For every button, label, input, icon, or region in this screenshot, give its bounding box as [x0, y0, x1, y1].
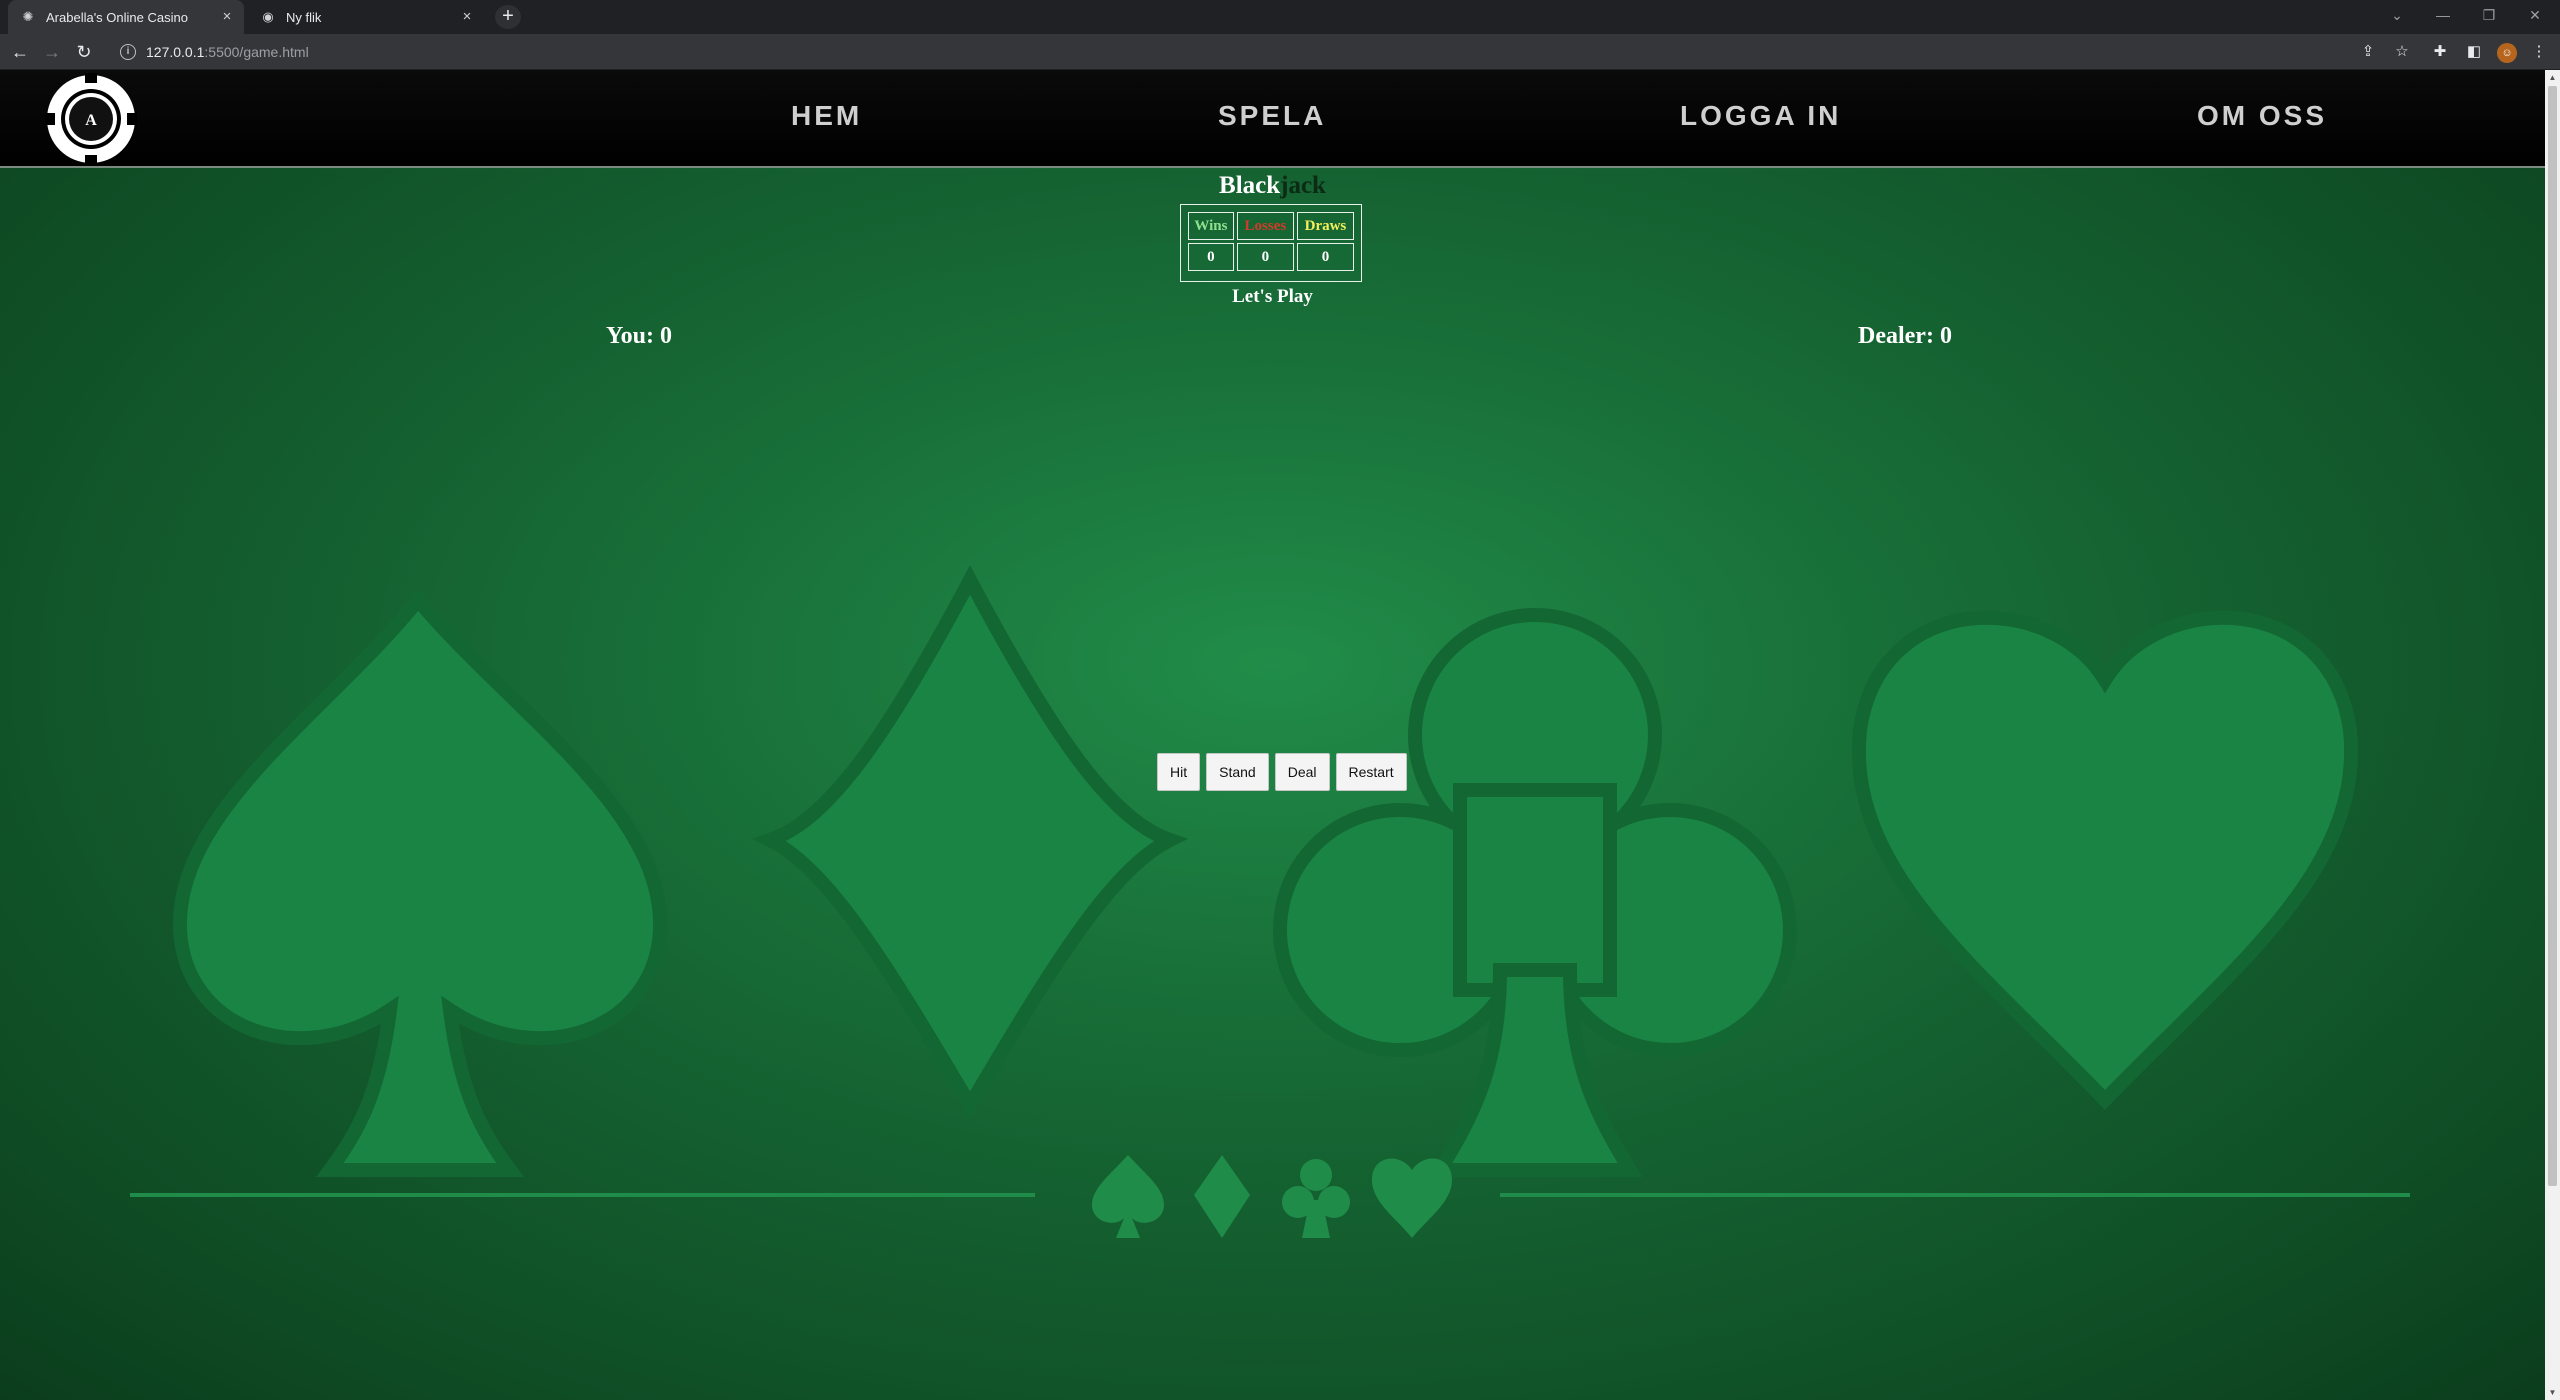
share-icon[interactable]: ⇪ — [2356, 40, 2380, 64]
back-icon[interactable]: ← — [8, 40, 32, 64]
losses-header: Losses — [1236, 212, 1294, 240]
url-field[interactable]: i 127.0.0.1 :5500/game.html — [108, 38, 2308, 66]
title-jack: jack — [1280, 172, 1326, 199]
side-panel-icon[interactable]: ◧ — [2462, 40, 2486, 64]
reload-icon[interactable]: ↻ — [72, 40, 96, 64]
tab-title: Ny flik — [286, 9, 322, 25]
svg-text:A: A — [85, 112, 97, 129]
title-black: Black — [1219, 172, 1281, 199]
close-tab-icon[interactable]: × — [218, 8, 236, 26]
stand-button[interactable]: Stand — [1206, 753, 1269, 791]
hit-button[interactable]: Hit — [1157, 753, 1201, 791]
game-title: Blackjack — [0, 172, 2545, 200]
close-window-icon[interactable]: ✕ — [2512, 0, 2558, 30]
close-tab-icon[interactable]: × — [458, 8, 476, 26]
tab-new[interactable]: ◉ Ny flik × — [248, 0, 484, 34]
forward-icon[interactable]: → — [40, 40, 64, 64]
browser-tab-bar: ✺ Arabella's Online Casino × ◉ Ny flik ×… — [0, 0, 2560, 34]
nav-login[interactable]: LOGGA IN — [1680, 100, 1841, 132]
restart-button[interactable]: Restart — [1335, 753, 1407, 791]
wins-header: Wins — [1188, 212, 1234, 240]
casino-favicon-icon: ✺ — [22, 9, 34, 24]
nav-play[interactable]: SPELA — [1218, 100, 1326, 132]
restore-icon[interactable]: ❐ — [2466, 0, 2512, 30]
game-status: Let's Play — [1232, 286, 1313, 307]
minimize-icon[interactable]: — — [2420, 0, 2466, 30]
bookmark-star-icon[interactable]: ☆ — [2390, 40, 2414, 64]
profile-avatar[interactable]: ☺ — [2497, 43, 2517, 63]
deal-button[interactable]: Deal — [1274, 753, 1330, 791]
url-host: 127.0.0.1 — [146, 44, 205, 60]
extensions-icon[interactable]: ✚ — [2428, 40, 2452, 64]
nav-home[interactable]: HEM — [791, 100, 862, 132]
game-controls: Hit Stand Deal Restart — [1157, 753, 1407, 791]
casino-logo[interactable]: A — [45, 73, 137, 165]
scrollbar-thumb[interactable] — [2548, 86, 2557, 1186]
nav-about[interactable]: OM OSS — [2197, 100, 2327, 132]
page-scrollbar[interactable]: ▲ ▼ — [2545, 70, 2560, 1400]
scoreboard: Wins Losses Draws 0 0 0 — [1180, 204, 1362, 282]
draws-header: Draws — [1296, 212, 1354, 240]
page-viewport: A HEM SPELA LOGGA IN OM OSS Blackjack Wi… — [0, 70, 2545, 1400]
site-header: A HEM SPELA LOGGA IN OM OSS — [0, 70, 2545, 168]
menu-kebab-icon[interactable]: ⋮ — [2527, 40, 2551, 64]
tab-casino[interactable]: ✺ Arabella's Online Casino × — [8, 0, 244, 34]
losses-value: 0 — [1236, 243, 1294, 271]
url-path: :5500/game.html — [204, 44, 309, 60]
wins-value: 0 — [1188, 243, 1234, 271]
scroll-down-icon[interactable]: ▼ — [2545, 1385, 2560, 1400]
dealer-score: Dealer: 0 — [1858, 323, 1952, 349]
scroll-up-icon[interactable]: ▲ — [2545, 70, 2560, 85]
new-tab-button[interactable]: + — [495, 5, 521, 29]
site-info-icon[interactable]: i — [120, 44, 136, 60]
draws-value: 0 — [1296, 243, 1354, 271]
address-bar-row: ← → ↻ i 127.0.0.1 :5500/game.html ⇪ ☆ ✚ … — [0, 34, 2560, 70]
tab-search-icon[interactable]: ⌄ — [2374, 0, 2420, 30]
player-score: You: 0 — [606, 323, 673, 349]
tab-title: Arabella's Online Casino — [46, 9, 188, 25]
chrome-favicon-icon: ◉ — [262, 9, 274, 24]
